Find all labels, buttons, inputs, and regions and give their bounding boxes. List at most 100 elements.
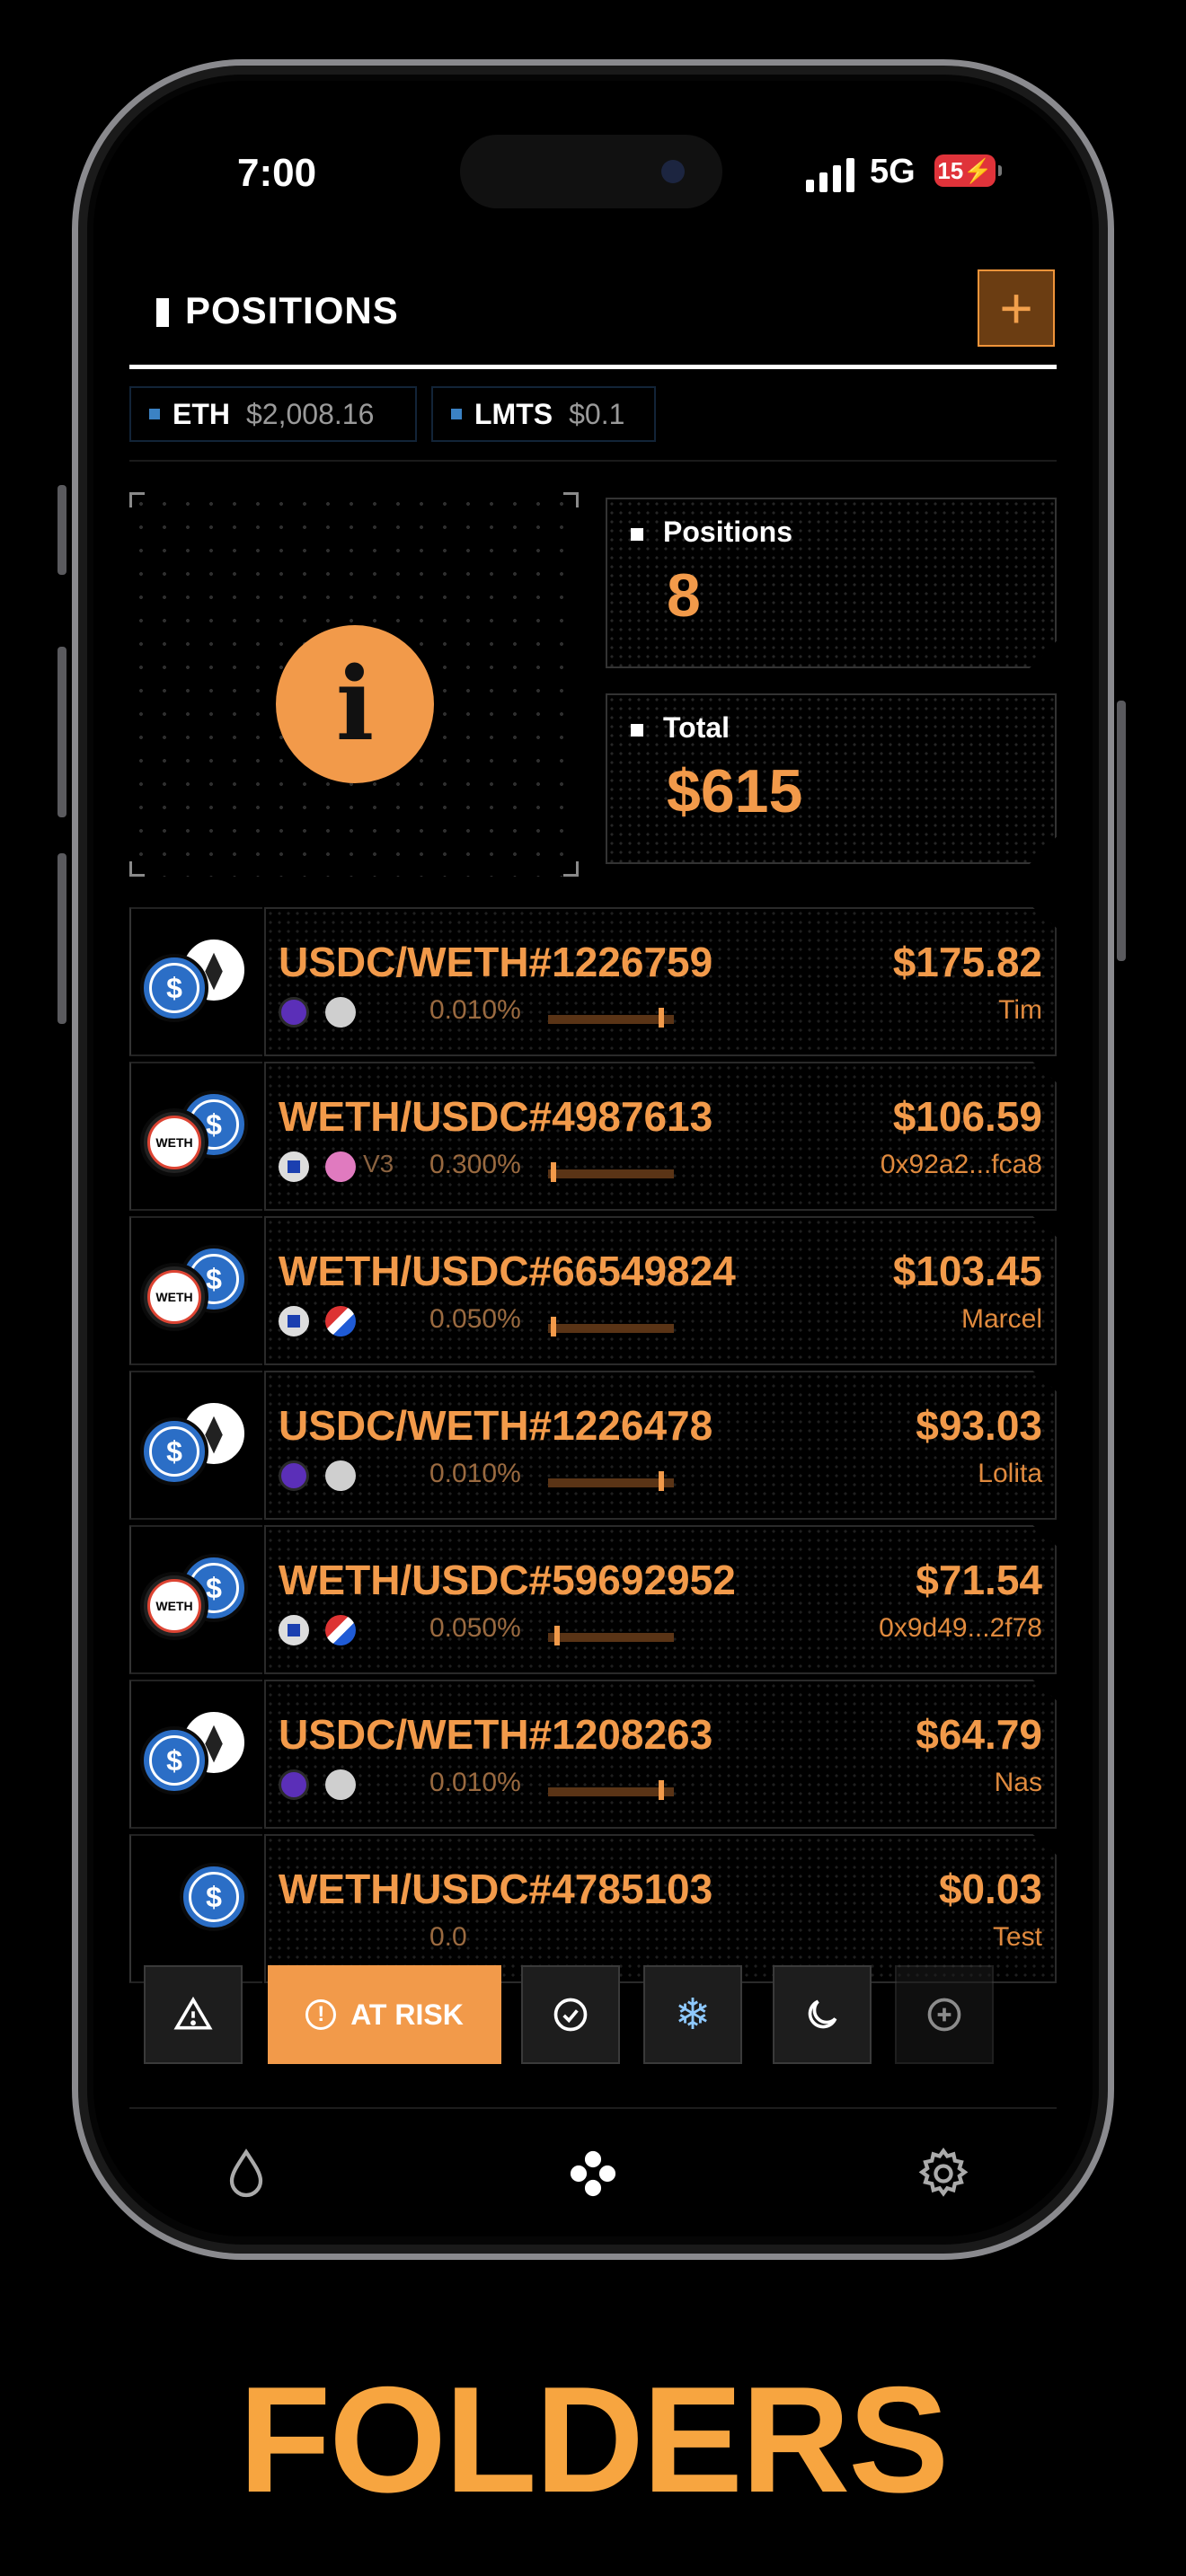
positions-list[interactable]: ⧫ $ USDC/WETH#1226759 $175.82 0.010% Tim…: [129, 907, 1064, 2021]
position-row[interactable]: $ WETH WETH/USDC#66549824 $103.45 0.050%…: [129, 1216, 1064, 1365]
position-pair: WETH/USDC#4987613: [279, 1093, 713, 1140]
camera-icon: [661, 160, 685, 183]
promo-banner-title: FOLDERS: [238, 2355, 950, 2524]
filter-at-risk-button[interactable]: ! AT RISK: [268, 1965, 501, 2064]
chain-icon: [279, 1151, 309, 1182]
check-circle-icon: [553, 1998, 588, 2032]
dex-version: V3: [363, 1150, 394, 1178]
snowflake-icon: ❄: [674, 1991, 712, 2039]
token-pair-cell: $ WETH: [129, 1062, 262, 1211]
tab-positions[interactable]: [557, 2138, 629, 2210]
fee-tier: 0.010%: [429, 1459, 521, 1488]
tab-bar-divider: [129, 2107, 1057, 2109]
position-value: $64.79: [916, 1711, 1042, 1758]
tab-liquidity[interactable]: [210, 2138, 282, 2210]
weth-token-icon: WETH: [140, 1263, 208, 1331]
position-pair: WETH/USDC#4785103: [279, 1866, 713, 1912]
position-card: USDC/WETH#1226759 $175.82 0.010% Tim: [264, 907, 1057, 1056]
dex-icon: [325, 997, 356, 1028]
price-range-bar: [548, 1780, 674, 1800]
status-time: 7:00: [237, 151, 317, 195]
corner-bracket: [563, 492, 579, 507]
info-panel[interactable]: i: [129, 492, 579, 877]
current-price-marker: [659, 1780, 665, 1800]
position-row[interactable]: $ WETH WETH/USDC#4987613 $106.59 V3 0.30…: [129, 1062, 1064, 1211]
tab-settings[interactable]: [907, 2138, 979, 2210]
fee-tier: 0.300%: [429, 1150, 521, 1179]
filter-add-button[interactable]: [895, 1965, 994, 2064]
position-card: USDC/WETH#1208263 $64.79 0.010% Nas: [264, 1680, 1057, 1829]
positions-label: Positions: [663, 516, 793, 548]
total-value: $615: [667, 757, 803, 825]
app-screen: 7:00 5G 15 ⚡ POSITIONS + ETH $2,008.16 LM…: [93, 81, 1093, 2236]
ticker-lmts[interactable]: LMTS $0.1: [431, 386, 656, 442]
position-pair: USDC/WETH#1208263: [279, 1711, 713, 1758]
price-range-bar: [548, 1471, 674, 1491]
ticker-dot-icon: [451, 409, 462, 419]
ticker-divider: [129, 460, 1057, 462]
warning-icon: [173, 1996, 213, 2030]
token-pair-cell: $ WETH: [129, 1525, 262, 1674]
page-header: POSITIONS: [129, 287, 1057, 352]
weth-token-icon: WETH: [140, 1572, 208, 1640]
add-position-button[interactable]: +: [978, 269, 1055, 347]
position-row[interactable]: $ WETH/USDC#4785103 $0.03 0.0 Test: [129, 1834, 1064, 1983]
weth-token-icon: WETH: [140, 1108, 208, 1177]
corner-bracket: [563, 861, 579, 877]
ticker-value: $0.1: [569, 397, 625, 430]
token-pair-cell: ⧫ $: [129, 1680, 262, 1829]
current-price-marker: [553, 1626, 560, 1645]
position-owner: Test: [992, 1922, 1042, 1952]
info-icon[interactable]: i: [276, 625, 434, 783]
filter-inactive-button[interactable]: [773, 1965, 872, 2064]
ticker-symbol: ETH: [173, 397, 230, 430]
usdc-token-icon: $: [180, 1863, 248, 1931]
filter-at-risk-label: AT RISK: [350, 1998, 464, 2031]
filter-in-range-button[interactable]: [521, 1965, 620, 2064]
token-pair-cell: ⧫ $: [129, 907, 262, 1056]
filter-warning-button[interactable]: [144, 1965, 243, 2064]
positions-grid-icon: [570, 2150, 616, 2197]
dex-icon: [325, 1460, 356, 1491]
corner-bracket: [129, 861, 145, 877]
current-price-marker: [659, 1471, 665, 1491]
total-label: Total: [663, 711, 730, 744]
current-price-marker: [550, 1162, 556, 1182]
price-range-bar: [548, 1626, 674, 1645]
fee-tier: 0.0: [429, 1922, 467, 1952]
position-card: WETH/USDC#4987613 $106.59 V3 0.300% 0x92…: [264, 1062, 1057, 1211]
price-range-bar: [548, 1162, 674, 1182]
dex-icon: [325, 1151, 356, 1182]
position-value: $93.03: [916, 1402, 1042, 1449]
signal-icon: [806, 156, 854, 192]
position-pair: USDC/WETH#1226759: [279, 939, 713, 985]
position-card: USDC/WETH#1226478 $93.03 0.010% Lolita: [264, 1371, 1057, 1520]
dex-icon: [325, 1615, 356, 1645]
mute-switch: [58, 485, 66, 575]
filter-frozen-button[interactable]: ❄: [643, 1965, 742, 2064]
position-row[interactable]: ⧫ $ USDC/WETH#1208263 $64.79 0.010% Nas: [129, 1680, 1064, 1829]
plus-circle-icon: [927, 1998, 961, 2032]
battery-level: 15: [937, 156, 964, 184]
droplet-icon: [229, 2148, 263, 2198]
position-row[interactable]: ⧫ $ USDC/WETH#1226478 $93.03 0.010% Loli…: [129, 1371, 1064, 1520]
dex-icon: [325, 1306, 356, 1337]
position-owner: 0x9d49...2f78: [879, 1613, 1042, 1643]
header-rule: [129, 365, 1057, 369]
ticker-symbol: LMTS: [474, 397, 553, 430]
current-price-marker: [550, 1317, 556, 1337]
position-row[interactable]: ⧫ $ USDC/WETH#1226759 $175.82 0.010% Tim: [129, 907, 1064, 1056]
position-row[interactable]: $ WETH WETH/USDC#59692952 $71.54 0.050% …: [129, 1525, 1064, 1674]
stat-marker-icon: [631, 724, 643, 737]
usdc-token-icon: $: [140, 1417, 208, 1486]
fee-tier: 0.010%: [429, 1768, 521, 1797]
fee-tier: 0.010%: [429, 995, 521, 1025]
dex-icon: [325, 1769, 356, 1800]
chain-icon: [279, 1306, 309, 1337]
ticker-value: $2,008.16: [246, 397, 375, 430]
chain-icon: [279, 1615, 309, 1645]
ticker-eth[interactable]: ETH $2,008.16: [129, 386, 417, 442]
page-title: POSITIONS: [185, 289, 399, 331]
position-card: WETH/USDC#4785103 $0.03 0.0 Test: [264, 1834, 1057, 1983]
chain-icon: [279, 1460, 309, 1491]
